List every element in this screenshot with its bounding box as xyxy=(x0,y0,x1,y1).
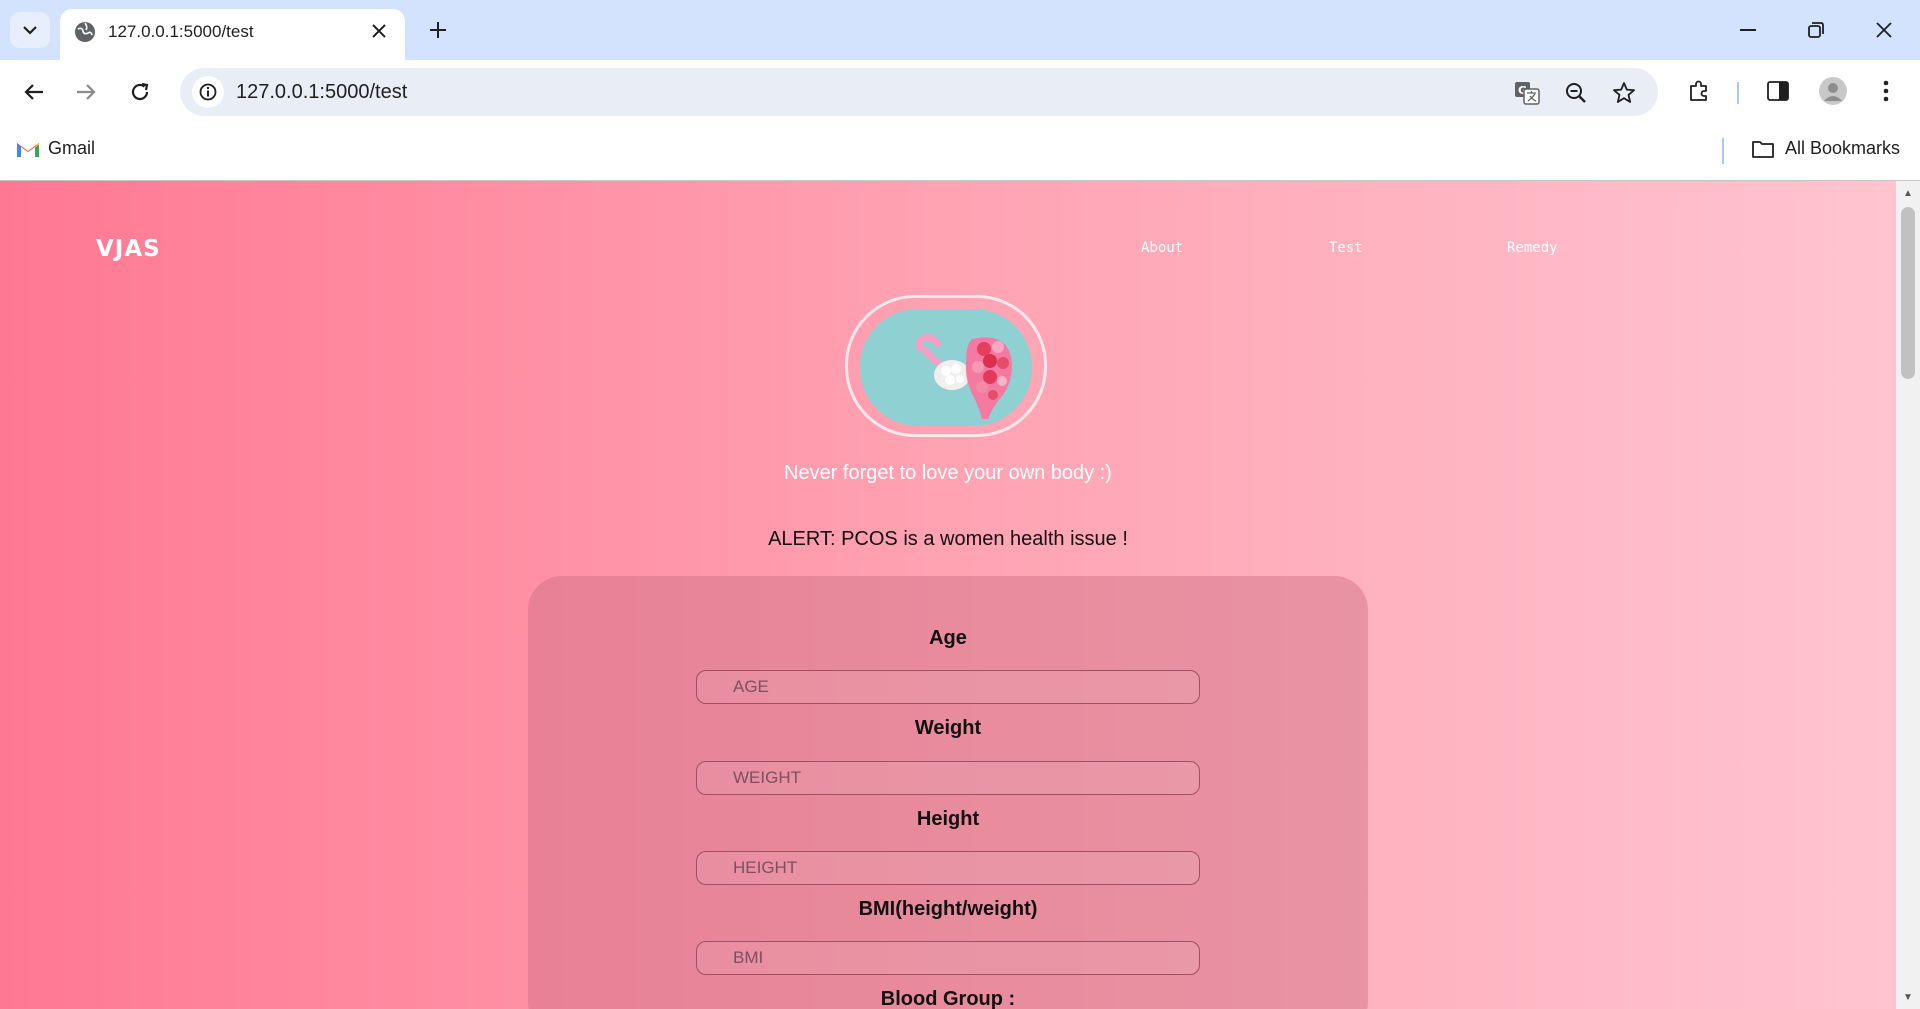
globe-icon xyxy=(75,22,95,42)
bmi-label: BMI(height/weight) xyxy=(858,898,1038,920)
alert-text: ALERT: PCOS is a women health issue ! xyxy=(768,528,1128,550)
toolbar-divider xyxy=(1737,82,1739,104)
restore-icon xyxy=(1808,22,1824,38)
site-logo[interactable]: VJAS xyxy=(96,236,161,262)
page-viewport: VJAS About Test Remedy Never forget to l… xyxy=(0,181,1920,1009)
tab-search-button[interactable] xyxy=(10,12,50,48)
gmail-icon xyxy=(17,142,39,157)
bookmarks-divider xyxy=(1722,138,1724,164)
weight-label: Weight xyxy=(914,717,982,739)
restore-button[interactable] xyxy=(1786,10,1846,50)
height-label: Height xyxy=(916,808,980,830)
scroll-up-arrow-icon[interactable]: ▲ xyxy=(1896,183,1920,203)
hero-image-frame xyxy=(845,295,1047,437)
reload-button[interactable] xyxy=(120,72,160,112)
back-button[interactable] xyxy=(14,72,54,112)
bookmark-label: Gmail xyxy=(48,138,96,158)
url-text[interactable]: 127.0.0.1:5000/test xyxy=(236,81,407,104)
tab-bar: 127.0.0.1:5000/test xyxy=(0,0,1920,60)
close-icon xyxy=(1876,22,1892,38)
scrollbar-thumb[interactable] xyxy=(1901,207,1915,379)
browser-tab[interactable]: 127.0.0.1:5000/test xyxy=(60,9,405,60)
forward-button[interactable] xyxy=(66,72,106,112)
nav-link-test[interactable]: Test xyxy=(1329,240,1363,256)
arrow-left-icon xyxy=(24,84,43,100)
weight-input[interactable] xyxy=(696,761,1200,795)
profile-avatar[interactable] xyxy=(1816,74,1850,108)
all-bookmarks-button[interactable]: All Bookmarks xyxy=(1751,138,1900,159)
scroll-down-arrow-icon[interactable]: ▼ xyxy=(1896,987,1920,1007)
chevron-down-icon xyxy=(23,26,37,35)
age-label: Age xyxy=(929,627,967,649)
reload-icon xyxy=(131,82,149,101)
page-scrollbar[interactable]: ▲ ▼ xyxy=(1896,181,1920,1009)
address-bar[interactable]: 127.0.0.1:5000/test G xyxy=(180,68,1658,116)
height-input[interactable] xyxy=(696,851,1200,885)
tagline-text: Never forget to love your own body :) xyxy=(784,462,1112,484)
nav-link-about[interactable]: About xyxy=(1141,240,1183,256)
bmi-input[interactable] xyxy=(696,941,1200,975)
plus-icon xyxy=(430,22,446,38)
bookmark-gmail[interactable]: Gmail xyxy=(16,138,95,159)
test-form-card: Age Weight Height BMI(height/weight) Blo… xyxy=(528,576,1368,1009)
translate-icon[interactable]: G xyxy=(1512,78,1542,108)
folder-icon xyxy=(1752,140,1774,158)
minimize-icon xyxy=(1740,29,1756,31)
all-bookmarks-label: All Bookmarks xyxy=(1784,138,1900,158)
bookmarks-bar: Gmail All Bookmarks xyxy=(0,122,1920,181)
browser-toolbar: 127.0.0.1:5000/test G xyxy=(0,60,1920,122)
nav-link-remedy[interactable]: Remedy xyxy=(1507,240,1558,256)
close-icon[interactable] xyxy=(367,19,391,43)
side-panel-icon[interactable] xyxy=(1761,74,1795,108)
zoom-icon[interactable] xyxy=(1561,78,1591,108)
extensions-icon[interactable] xyxy=(1682,74,1716,108)
menu-icon[interactable] xyxy=(1869,74,1903,108)
site-info-icon[interactable] xyxy=(192,76,224,108)
arrow-right-icon xyxy=(77,84,96,100)
tab-title: 127.0.0.1:5000/test xyxy=(108,22,254,41)
uterus-illustration-image xyxy=(860,309,1032,426)
age-input[interactable] xyxy=(696,670,1200,704)
star-icon[interactable] xyxy=(1609,78,1639,108)
minimize-button[interactable] xyxy=(1718,10,1778,50)
new-tab-button[interactable] xyxy=(422,14,454,46)
close-window-button[interactable] xyxy=(1854,10,1914,50)
blood-group-label: Blood Group : xyxy=(880,988,1016,1009)
